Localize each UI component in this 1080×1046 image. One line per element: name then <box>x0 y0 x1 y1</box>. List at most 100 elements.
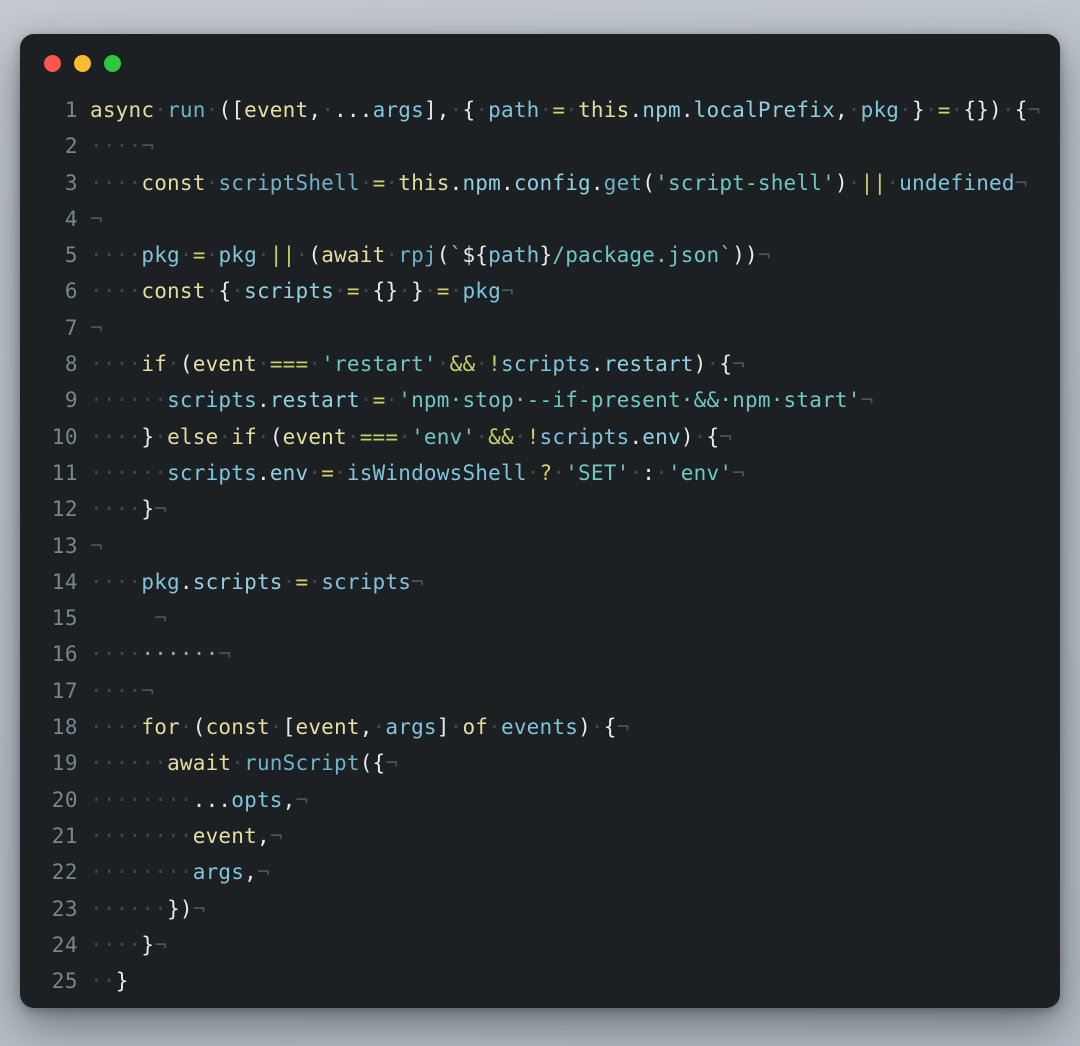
whitespace-dot: · <box>359 170 373 195</box>
whitespace-dot: · <box>321 98 335 122</box>
code-line[interactable]: 9 ······scripts.restart·=·'npm·stop·--if-… <box>20 382 1060 418</box>
code-line[interactable]: 18 ····for·(const·[event,·args]·of·events… <box>20 709 1060 745</box>
minimize-window-button[interactable] <box>74 54 91 72</box>
line-number: 19 <box>51 751 78 776</box>
code-token: ) <box>693 352 707 377</box>
code-line[interactable]: 11 ······scripts.env·=·isWindowsShell·?·'… <box>20 455 1060 491</box>
code-token: = <box>372 170 386 195</box>
line-number: 18 <box>51 715 78 740</box>
code-token: event <box>192 352 257 377</box>
code-line[interactable]: 7 ¬ <box>20 310 1060 346</box>
code-token: pkg <box>218 243 257 268</box>
window-titlebar <box>20 34 1060 92</box>
code-token: } <box>141 497 155 522</box>
code-token: rpj <box>398 243 437 268</box>
newline-marker: ¬ <box>719 424 733 449</box>
whitespace-dot: · <box>449 98 463 122</box>
whitespace-dot: · <box>231 279 245 304</box>
code-token: ... <box>334 98 373 122</box>
code-line[interactable]: 1 async·run·([event,·...args],·{·path·=·t… <box>20 92 1060 128</box>
whitespace-dot <box>90 606 154 630</box>
code-line[interactable]: 20 ········...opts,¬ <box>20 782 1060 818</box>
code-token: ? <box>539 460 553 485</box>
whitespace-dot: · <box>488 715 501 740</box>
whitespace-dot: · <box>924 98 938 122</box>
code-line[interactable]: 15 ¬ <box>20 600 1060 636</box>
whitespace-dot: · <box>629 460 643 485</box>
newline-marker: ¬ <box>90 315 103 340</box>
code-token: && <box>449 352 476 377</box>
code-line[interactable]: 3 ····const·scriptShell·=·this.npm.config… <box>20 165 1060 201</box>
whitespace-dot: · <box>398 424 412 449</box>
code-line[interactable]: 17 ····¬ <box>20 673 1060 709</box>
code-line-content: ······scripts.restart·=·'npm·stop·--if-p… <box>90 382 873 418</box>
code-token: , <box>834 98 848 122</box>
line-number: 14 <box>51 569 78 594</box>
code-line-content: ····}·else·if·(event·===·'env'·&&·!scrip… <box>90 419 732 455</box>
code-line[interactable]: 2 ····¬ <box>20 128 1060 164</box>
whitespace-dot: · <box>526 460 540 485</box>
code-token: = <box>552 98 566 122</box>
whitespace-dot: ···· <box>90 170 142 195</box>
code-token: event <box>244 98 309 122</box>
whitespace-dot: ···· <box>90 715 142 740</box>
code-line[interactable]: 14 ····pkg.scripts·=·scripts¬ <box>20 564 1060 600</box>
code-token: ) <box>680 424 694 449</box>
code-line[interactable]: 21 ········event,¬ <box>20 818 1060 854</box>
line-number: 23 <box>51 896 78 921</box>
line-number: 3 <box>64 170 78 195</box>
code-token: events <box>501 715 579 740</box>
code-line[interactable]: 13 ¬ <box>20 528 1060 564</box>
whitespace-dot: · <box>847 170 861 195</box>
line-number: 13 <box>51 533 78 558</box>
code-line[interactable]: 25 ··} <box>20 963 1060 999</box>
code-token: } <box>912 98 925 122</box>
code-line[interactable]: 4 ¬ <box>20 201 1060 237</box>
code-line[interactable]: 5 ····pkg·=·pkg·||·(await·rpj(`${path}/pa… <box>20 237 1060 273</box>
code-line[interactable]: 19 ······await·runScript({¬ <box>20 745 1060 781</box>
code-line[interactable]: 22 ········args,¬ <box>20 854 1060 890</box>
whitespace-dot: · <box>256 243 270 268</box>
code-line[interactable]: 6 ····const·{·scripts·=·{}·}·=·pkg¬ <box>20 273 1060 309</box>
whitespace-dot: · <box>449 715 463 740</box>
newline-marker: ¬ <box>1027 98 1041 122</box>
whitespace-dot: · <box>475 424 489 449</box>
whitespace-dot: · <box>256 352 270 377</box>
code-token: ) <box>834 170 848 195</box>
whitespace-dot: · <box>334 460 347 485</box>
whitespace-dot: · <box>385 170 399 195</box>
code-token: scripts <box>244 279 335 304</box>
code-token: . <box>179 569 193 594</box>
code-token: const <box>141 279 206 304</box>
whitespace-dot: ········ <box>90 787 193 812</box>
code-token: scripts <box>167 460 257 485</box>
code-token: ( <box>642 170 656 195</box>
code-token: ! <box>488 352 501 377</box>
whitespace-dot: ······ <box>90 460 168 485</box>
code-line[interactable]: 8 ····if·(event·===·'restart'·&&·!scripts… <box>20 346 1060 382</box>
whitespace-dot: · <box>950 98 964 122</box>
code-line[interactable]: 12 ····}¬ <box>20 491 1060 527</box>
code-token: pkg <box>860 98 900 122</box>
close-window-button[interactable] <box>44 54 61 72</box>
code-token: of <box>462 715 489 740</box>
code-token: ( <box>192 715 206 740</box>
code-token: env <box>269 460 309 485</box>
code-line[interactable]: 10 ····}·else·if·(event·===·'env'·&&·!scr… <box>20 419 1060 455</box>
code-token: args <box>385 715 437 740</box>
code-line[interactable]: 16 ··········¬ <box>20 636 1060 672</box>
newline-marker: ¬ <box>732 352 746 377</box>
line-number: 9 <box>64 388 78 413</box>
code-token: undefined <box>899 170 1015 195</box>
code-token: this <box>398 170 450 195</box>
newline-marker: ¬ <box>154 497 168 522</box>
code-token: = <box>372 388 386 413</box>
whitespace-dot: · <box>449 279 463 304</box>
code-line[interactable]: 23 ······})¬ <box>20 891 1060 927</box>
code-token: { <box>719 352 733 377</box>
code-editor[interactable]: 1 async·run·([event,·...args],·{·path·=·t… <box>20 92 1060 999</box>
code-line-content: ··········¬ <box>90 636 231 672</box>
line-number: 7 <box>64 315 78 340</box>
code-line[interactable]: 24 ····}¬ <box>20 927 1060 963</box>
maximize-window-button[interactable] <box>104 54 121 72</box>
